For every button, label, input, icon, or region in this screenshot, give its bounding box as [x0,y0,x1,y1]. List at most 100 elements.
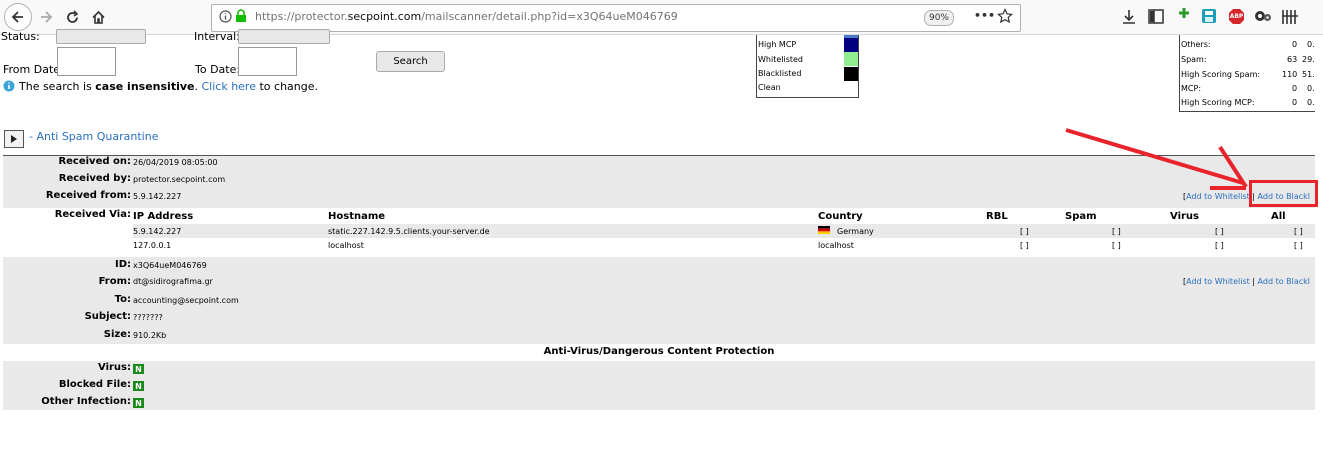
virus-label: Virus: [98,362,131,373]
id-label: ID: [114,259,131,270]
zoom-indicator[interactable]: 90% [924,10,954,26]
relay-all[interactable]: [ ] [1294,227,1303,236]
color-legend: High MCP Whitelisted Blacklisted Clean [756,35,859,98]
stat-count: 0 [1292,84,1298,93]
blocked-file-status-badge: N [133,381,144,391]
legend-swatch [844,38,858,52]
av-block [3,361,1315,410]
extension-gears-icon[interactable] [1254,8,1272,24]
add-to-whitelist-link[interactable]: Add to Whitelist [1186,277,1250,286]
germany-flag-icon [818,226,830,234]
from-label: From: [98,276,131,287]
sidebar-icon[interactable] [1148,9,1164,24]
other-infection-label: Other Infection: [41,396,131,407]
relay-rbl[interactable]: [ ] [1020,227,1029,236]
size-label: Size: [103,329,131,340]
to-value: accounting@secpoint.com [133,296,239,305]
relay-all[interactable]: [ ] [1294,241,1303,250]
received-via-label: Received Via: [54,209,131,220]
col-country: Country [818,211,863,222]
url-text[interactable]: https://protector.secpoint.com/mailscann… [255,10,678,23]
to-date-label: To Date: [195,63,241,76]
stat-count: 110 [1282,70,1298,79]
library-menu-icon[interactable] [1281,8,1299,25]
stat-label: High Scoring Spam: [1181,70,1261,79]
stat-label: Others: [1181,40,1211,49]
relay-virus[interactable]: [ ] [1215,241,1224,250]
col-hostname: Hostname [328,211,386,222]
from-date-label: From Date: [3,63,64,76]
legend-label: High MCP [758,40,797,49]
status-select[interactable] [56,29,146,44]
stat-label: Spam: [1181,55,1207,64]
interval-label: Interval: [194,30,240,43]
id-value: x3Q64ueM046769 [133,261,207,270]
received-on-label: Received on: [58,156,131,167]
relay-spam[interactable]: [ ] [1112,227,1121,236]
to-date-input[interactable] [238,47,297,76]
save-page-icon[interactable] [1201,8,1217,24]
forward-button[interactable] [34,5,58,29]
lock-icon[interactable] [235,9,247,23]
bookmark-star-icon[interactable] [997,8,1013,24]
to-label: To: [114,294,131,305]
col-rbl: RBL [986,211,1008,222]
legend-label: Whitelisted [758,55,804,64]
received-by-value: protector.secpoint.com [133,175,226,184]
relay-spam[interactable]: [ ] [1112,241,1121,250]
add-to-blacklist-link[interactable]: Add to Blackl [1258,277,1310,286]
sender-address-actions: [Add to Whitelist | Add to Blackl [1183,277,1311,286]
play-icon[interactable] [4,130,24,148]
virus-status-badge: N [133,364,144,374]
other-infection-status-badge: N [133,398,144,408]
annotation-highlight-box [1249,180,1318,207]
stat-pct: 0. [1307,40,1315,49]
home-icon [91,10,105,24]
stat-pct: 51. [1302,70,1315,79]
reload-icon [66,9,78,23]
received-from-value: 5.9.142.227 [133,192,182,201]
relay-hostname: static.227.142.9.5.clients.your-server.d… [328,227,490,236]
relay-rbl[interactable]: [ ] [1020,241,1029,250]
legend-swatch [844,52,858,66]
received-on-value: 26/04/2019 08:05:00 [133,158,218,167]
info-bubble-icon [3,80,15,92]
stats-panel: Others: 0 0. Spam: 63 29. High Scoring S… [1179,35,1315,112]
info-icon[interactable] [219,10,232,23]
legend-swatch [844,81,858,95]
relay-ip: 5.9.142.227 [133,227,182,236]
section-title-link[interactable]: - Anti Spam Quarantine [29,130,158,143]
blocked-file-label: Blocked File: [58,379,131,390]
relay-country: localhost [818,241,854,250]
received-from-label: Received from: [45,190,131,201]
page-actions-icon[interactable]: ••• [974,9,995,22]
from-date-input[interactable] [57,47,116,76]
subject-value: ??????? [133,313,163,322]
legend-label: Blacklisted [758,69,802,78]
stat-pct: 0. [1307,98,1315,107]
back-button[interactable] [4,3,32,31]
home-button[interactable] [86,5,110,29]
case-toggle-link[interactable]: Click here [201,80,256,93]
extension-plus-icon[interactable] [1177,6,1191,20]
forward-arrow-icon [41,11,53,23]
stat-label: High Scoring MCP: [1181,98,1255,107]
search-note: The search is case insensitive. Click he… [19,80,318,93]
size-value: 910.2Kb [133,331,167,340]
download-icon[interactable] [1121,8,1137,25]
av-heading: Anti-Virus/Dangerous Content Protection [543,346,775,357]
reload-button[interactable] [60,5,84,29]
relay-virus[interactable]: [ ] [1215,227,1224,236]
stat-pct: 0. [1307,84,1315,93]
search-button[interactable]: Search [376,51,445,72]
received-by-label: Received by: [58,173,131,184]
legend-swatch [844,67,858,81]
from-value: dt@sidirografima.gr [133,277,213,286]
status-label: Status: [1,30,40,43]
relay-hostname: localhost [328,241,364,250]
interval-select[interactable] [238,29,330,44]
stat-pct: 29. [1302,55,1315,64]
subject-label: Subject: [84,311,131,322]
adblock-plus-icon[interactable]: ABP [1228,8,1245,25]
col-ip-address: IP Address [133,211,194,222]
